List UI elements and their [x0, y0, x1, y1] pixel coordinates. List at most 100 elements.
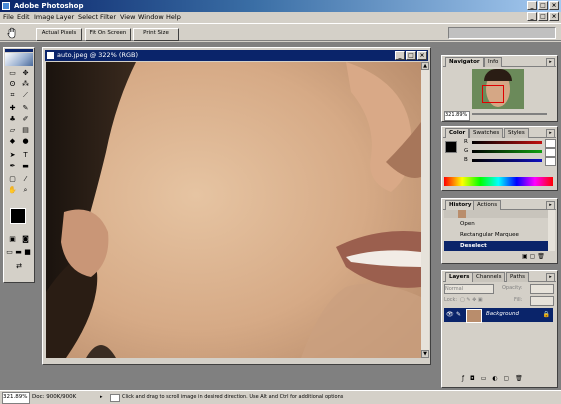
channel-b-slider[interactable] [472, 159, 542, 162]
marquee-tool-icon[interactable]: ▭ [6, 68, 19, 79]
magic-wand-tool-icon[interactable]: ⁂ [19, 79, 32, 90]
panel-menu-icon[interactable]: ▸ [546, 58, 555, 67]
lasso-tool-icon[interactable]: ʘ [6, 79, 19, 90]
history-item-open[interactable]: Open [444, 219, 548, 229]
history-snapshot-row[interactable] [444, 210, 548, 218]
panel-menu-icon[interactable]: ▸ [546, 201, 555, 210]
vertical-scrollbar[interactable]: ▲ ▼ [421, 62, 429, 358]
move-tool-icon[interactable]: ✥ [19, 68, 32, 79]
dodge-tool-icon[interactable]: ● [19, 136, 32, 147]
menu-window[interactable]: Window [138, 12, 164, 22]
tab-info[interactable]: Info [484, 57, 503, 67]
full-screen-menu-mode-icon[interactable]: ▬ [14, 247, 23, 258]
tab-color[interactable]: Color [445, 128, 470, 138]
delete-layer-icon[interactable]: 🗑 [515, 375, 525, 382]
lock-options-icons[interactable]: ▢ ✎ ✥ ▣ [460, 296, 483, 304]
zoom-tool-icon[interactable]: ⌕ [19, 185, 32, 196]
crop-tool-icon[interactable]: ⌗ [6, 90, 19, 101]
new-snapshot-icon[interactable]: ▢ [530, 253, 536, 260]
slice-tool-icon[interactable]: ⟋ [19, 90, 32, 101]
eraser-tool-icon[interactable]: ▱ [6, 125, 19, 136]
channel-g-field[interactable] [545, 148, 556, 157]
opacity-field[interactable] [530, 284, 554, 294]
doc-window-close-button[interactable]: × [417, 51, 427, 60]
tab-styles[interactable]: Styles [504, 128, 529, 138]
document-title-bar[interactable]: auto.jpeg @ 322% (RGB) _ □ × [45, 50, 428, 61]
trash-icon[interactable]: 🗑 [537, 253, 545, 260]
notes-tool-icon[interactable]: ▢ [6, 174, 19, 185]
pen-tool-icon[interactable]: ✒ [6, 161, 19, 172]
menu-filter[interactable]: Filter [100, 12, 116, 22]
new-document-icon[interactable]: ▣ [522, 253, 528, 260]
menu-help[interactable]: Help [166, 12, 181, 22]
standard-screen-mode-icon[interactable]: ▭ [5, 247, 14, 258]
scroll-down-arrow-icon[interactable]: ▼ [421, 350, 429, 358]
menu-select[interactable]: Select [78, 12, 98, 22]
palette-well[interactable] [448, 27, 556, 39]
brush-tool-icon[interactable]: ✎ [19, 103, 32, 114]
tab-layers[interactable]: Layers [445, 272, 474, 282]
menu-layer[interactable]: Layer [56, 12, 74, 22]
healing-brush-tool-icon[interactable]: ✚ [6, 103, 19, 114]
shape-tool-icon[interactable]: ▬ [19, 161, 32, 172]
jump-to-imageready-icon[interactable]: ⇄ [6, 261, 32, 272]
layer-style-icon[interactable]: ƒ [462, 375, 466, 382]
doc-window-maximize-button[interactable]: □ [406, 51, 416, 60]
history-item-deselect[interactable]: Deselect [444, 241, 548, 251]
tab-actions[interactable]: Actions [473, 200, 502, 210]
fit-on-screen-button[interactable]: Fit On Screen [85, 28, 131, 41]
new-layer-icon[interactable]: ▢ [503, 375, 511, 382]
print-size-button[interactable]: Print Size [133, 28, 179, 41]
panel-menu-icon[interactable]: ▸ [546, 273, 555, 282]
menu-file[interactable]: File [3, 12, 14, 22]
channel-r-slider[interactable] [472, 141, 542, 144]
doc-minimize-button[interactable]: _ [527, 12, 537, 21]
toolbox-grip[interactable] [5, 49, 33, 52]
full-screen-mode-icon[interactable]: ■ [23, 247, 32, 258]
doc-window-minimize-button[interactable]: _ [395, 51, 405, 60]
navigator-zoom-slider[interactable] [472, 113, 547, 115]
menu-view[interactable]: View [120, 12, 135, 22]
tab-channels[interactable]: Channels [472, 272, 506, 282]
menu-image[interactable]: Image [34, 12, 54, 22]
new-set-icon[interactable]: ▭ [481, 375, 489, 382]
panel-menu-icon[interactable]: ▸ [546, 129, 555, 138]
tab-history[interactable]: History [445, 200, 476, 210]
channel-r-field[interactable] [545, 139, 556, 148]
close-button[interactable]: × [549, 1, 559, 10]
channel-g-slider[interactable] [472, 150, 542, 153]
menu-edit[interactable]: Edit [17, 12, 30, 22]
layer-row-background[interactable]: 👁 ✎ Background 🔒 [444, 308, 553, 323]
maximize-button[interactable]: □ [538, 1, 548, 10]
color-ramp[interactable] [444, 177, 553, 186]
history-scrollbar[interactable] [548, 210, 555, 251]
blur-tool-icon[interactable]: ◆ [6, 136, 19, 147]
path-selection-tool-icon[interactable]: ➤ [6, 150, 19, 161]
adjustment-layer-icon[interactable]: ◐ [492, 375, 499, 382]
doc-restore-button[interactable]: □ [538, 12, 548, 21]
status-zoom-field[interactable]: 321.89% [2, 392, 30, 404]
history-item-rectangular-marquee[interactable]: Rectangular Marquee [444, 230, 548, 240]
photoshop-logo[interactable] [5, 53, 33, 66]
minimize-button[interactable]: _ [527, 1, 537, 10]
clone-stamp-tool-icon[interactable]: ♣ [6, 114, 19, 125]
blend-mode-select[interactable]: Normal [444, 284, 494, 294]
fill-field[interactable] [530, 296, 554, 306]
tab-navigator[interactable]: Navigator [445, 57, 484, 67]
navigator-view-box[interactable] [482, 85, 504, 103]
actual-pixels-button[interactable]: Actual Pixels [36, 28, 82, 41]
status-doc-size[interactable]: Doc: 900K/900K [32, 391, 76, 403]
foreground-color-chip[interactable] [445, 141, 457, 153]
navigator-thumbnail[interactable] [472, 69, 524, 109]
doc-close-button[interactable]: × [549, 12, 559, 21]
status-arrow-icon[interactable]: ▸ [100, 391, 103, 403]
add-mask-icon[interactable]: ◘ [470, 375, 477, 382]
foreground-color-swatch[interactable] [10, 208, 26, 224]
layer-visibility-eye-icon[interactable]: 👁 [446, 311, 454, 318]
channel-b-field[interactable] [545, 157, 556, 166]
eyedropper-tool-icon[interactable]: ⁄ [19, 174, 32, 185]
history-brush-tool-icon[interactable]: ✐ [19, 114, 32, 125]
standard-mode-icon[interactable]: ▣ [6, 234, 19, 245]
layer-brush-icon[interactable]: ✎ [456, 311, 461, 318]
navigator-zoom-field[interactable]: 321.89% [444, 111, 470, 121]
